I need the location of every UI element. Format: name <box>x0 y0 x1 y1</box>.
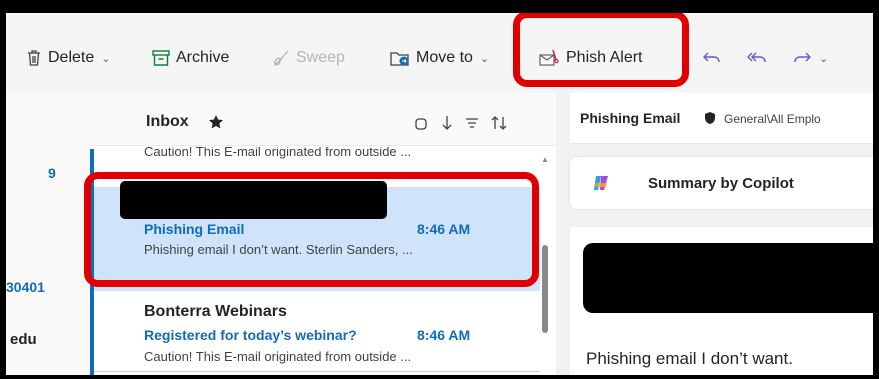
redaction-box <box>583 243 873 313</box>
chevron-down-icon[interactable]: ⌄ <box>480 52 489 65</box>
scrollbar-thumb[interactable] <box>542 245 548 333</box>
archive-label: Archive <box>176 49 230 66</box>
divider <box>94 371 540 372</box>
message-preview: Caution! This E-mail originated from out… <box>144 349 412 364</box>
outlook-window: Delete ⌄ Archive Sweep Move to ⌄ Phish A… <box>6 13 873 375</box>
delete-label: Delete <box>48 49 95 66</box>
message-time: 8:46 AM <box>417 327 471 343</box>
move-to-label: Move to <box>416 49 473 66</box>
ribbon-toolbar: Delete ⌄ Archive Sweep Move to ⌄ Phish A… <box>6 13 873 93</box>
move-to-button[interactable]: Move to ⌄ <box>390 47 489 69</box>
copilot-summary-button[interactable]: Summary by Copilot <box>570 157 873 209</box>
partial-message-preview: Caution! This E-mail originated from out… <box>144 147 412 159</box>
folder-move-icon <box>390 49 410 67</box>
reply-icon <box>702 51 722 65</box>
sensitivity-label[interactable]: General\All Emplo <box>724 112 821 126</box>
reply-button[interactable] <box>702 47 722 69</box>
email-body-text: Phishing email I don’t want. <box>586 349 793 368</box>
sweep-button[interactable]: Sweep <box>272 47 345 69</box>
folder-title: Inbox <box>146 113 189 130</box>
message-sender: Bonterra Webinars <box>144 303 287 320</box>
folder-pane: 9 30401 edu <box>6 93 90 375</box>
folder-item-number[interactable]: 30401 <box>6 279 45 295</box>
forward-button[interactable]: ⌄ <box>792 47 828 69</box>
account-domain[interactable]: edu <box>10 331 37 348</box>
email-subject: Phishing Email <box>580 110 681 126</box>
delete-button[interactable]: Delete ⌄ <box>26 47 110 69</box>
filter-icon[interactable] <box>464 115 480 136</box>
reply-all-button[interactable] <box>746 47 768 69</box>
subject-bar: Phishing Email General\All Emplo <box>570 93 873 144</box>
phish-alert-highlight <box>513 13 689 87</box>
broom-icon <box>272 49 290 67</box>
forward-icon <box>792 51 812 65</box>
favorite-star-icon[interactable] <box>208 114 224 135</box>
message-subject: Registered for today’s webinar? <box>144 327 357 343</box>
reading-pane: Phishing Email General\All Emplo Summary… <box>556 93 873 375</box>
archive-button[interactable]: Archive <box>152 47 229 69</box>
trash-icon <box>26 49 42 67</box>
sweep-label: Sweep <box>296 49 345 66</box>
chevron-down-icon[interactable]: ⌄ <box>819 52 828 65</box>
list-header: Inbox <box>90 93 556 146</box>
reply-all-icon <box>746 51 768 65</box>
select-icon[interactable] <box>414 117 428 136</box>
selected-message-highlight <box>84 172 539 287</box>
unread-count: 9 <box>48 165 56 181</box>
list-item[interactable]: Bonterra Webinars Registered for today’s… <box>94 291 540 375</box>
sort-icon[interactable] <box>490 114 508 137</box>
chevron-down-icon[interactable]: ⌄ <box>101 52 110 65</box>
jump-to-icon[interactable] <box>440 114 454 137</box>
copilot-icon <box>592 174 610 197</box>
copilot-label: Summary by Copilot <box>648 175 794 192</box>
scroll-up-arrow-icon[interactable]: ▲ <box>541 155 549 164</box>
sensitivity-shield-icon <box>704 111 716 130</box>
archive-icon <box>152 50 170 66</box>
